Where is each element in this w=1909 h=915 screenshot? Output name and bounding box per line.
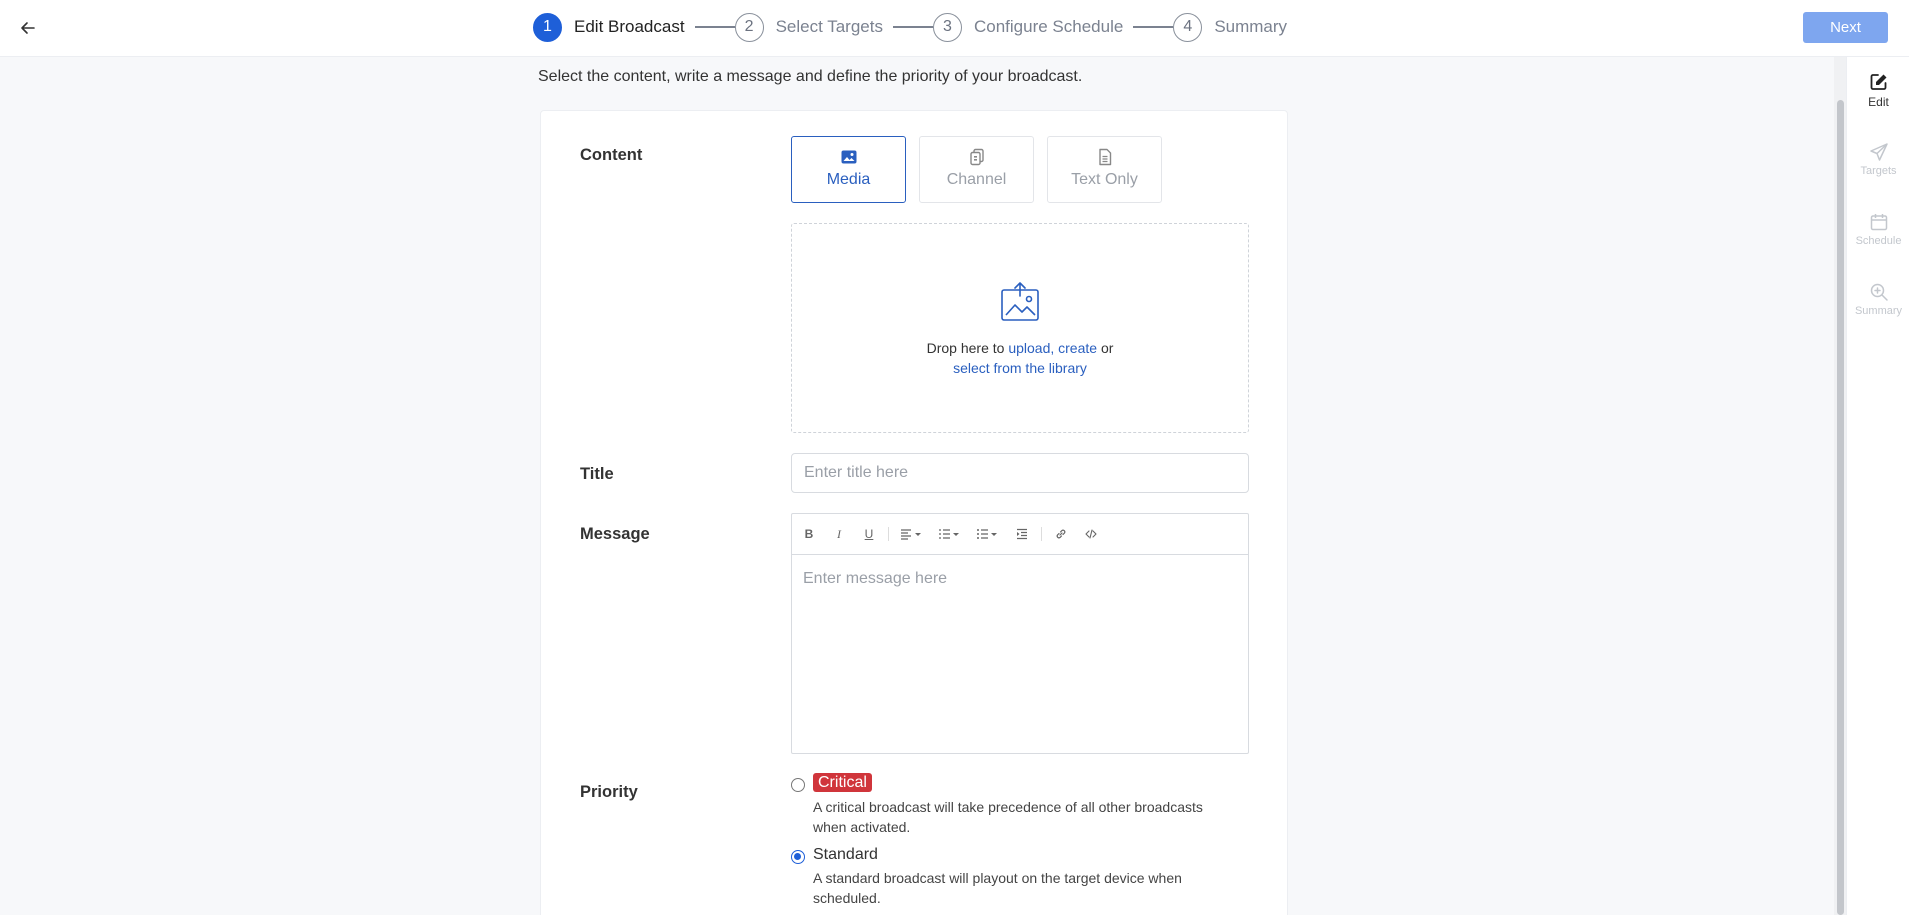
step-label: Select Targets (775, 17, 883, 36)
content-type-label: Channel (946, 171, 1007, 188)
create-link[interactable]: create (1058, 340, 1097, 356)
step-summary[interactable]: 4 Summary (1173, 12, 1288, 42)
sidenav-schedule[interactable]: Schedule (1847, 212, 1909, 247)
sidenav-targets[interactable]: Targets (1847, 142, 1909, 177)
sidenav-label: Schedule (1855, 235, 1902, 247)
message-editor: B I U Enter message here (791, 513, 1249, 754)
image-icon (841, 150, 856, 164)
send-icon (1869, 143, 1888, 161)
zoom-in-icon (1870, 283, 1888, 301)
link-button[interactable] (1050, 522, 1072, 546)
standard-radio[interactable] (791, 850, 805, 864)
content-label: Content (580, 146, 643, 164)
document-icon (1098, 148, 1111, 166)
step-number: 4 (1173, 12, 1203, 42)
critical-radio[interactable] (791, 778, 805, 792)
sidenav-label: Targets (1860, 165, 1897, 177)
broadcast-form-card: Content Media Channel Text Only Drop her… (540, 110, 1288, 915)
step-label: Edit Broadcast (574, 17, 685, 36)
step-number: 1 (533, 12, 562, 42)
top-bar: 1 Edit Broadcast 2 Select Targets 3 Conf… (0, 0, 1909, 57)
scrollbar-thumb[interactable] (1837, 100, 1844, 915)
media-dropzone[interactable]: Drop here to upload, create or select fr… (791, 223, 1249, 433)
ordered-list-dropdown[interactable] (935, 522, 965, 546)
library-link[interactable]: select from the library (953, 360, 1087, 376)
toolbar-separator (1041, 527, 1042, 541)
critical-badge: Critical (813, 773, 872, 792)
step-configure-schedule[interactable]: 3 Configure Schedule (932, 12, 1124, 42)
align-dropdown[interactable] (897, 522, 927, 546)
editor-toolbar: B I U (792, 514, 1248, 555)
step-edit-broadcast[interactable]: 1 Edit Broadcast (533, 12, 685, 42)
link-icon (1056, 529, 1066, 539)
step-label: Summary (1214, 17, 1288, 36)
content-type-channel[interactable]: Channel (919, 136, 1034, 203)
message-label: Message (580, 525, 650, 543)
indent-button[interactable] (1011, 522, 1033, 546)
step-number: 2 (734, 12, 764, 42)
wizard-stepper: 1 Edit Broadcast 2 Select Targets 3 Conf… (533, 12, 1287, 42)
content-type-text-only[interactable]: Text Only (1047, 136, 1162, 203)
title-label: Title (580, 465, 614, 483)
step-connector (1133, 26, 1174, 28)
content-type-label: Text Only (1071, 171, 1138, 188)
underline-button[interactable]: U (858, 522, 880, 546)
standard-description: A standard broadcast will playout on the… (813, 870, 1182, 906)
priority-label: Priority (580, 783, 638, 801)
step-connector (892, 26, 933, 28)
sidenav-label: Edit (1868, 95, 1889, 109)
page-description: Select the content, write a message and … (538, 68, 1083, 85)
italic-button[interactable]: I (828, 522, 850, 546)
critical-description: A critical broadcast will take precedenc… (813, 799, 1203, 835)
ordered-list-icon (939, 529, 959, 539)
edit-icon (1870, 74, 1886, 90)
bullet-list-icon (977, 529, 997, 539)
arrow-left-icon (21, 22, 35, 34)
next-button[interactable]: Next (1803, 12, 1888, 43)
sidenav-label: Summary (1854, 305, 1903, 317)
sidenav-edit[interactable]: Edit (1847, 72, 1909, 109)
code-icon (1085, 529, 1097, 539)
side-navigation: Edit Targets Schedule Summary (1846, 57, 1909, 915)
dropzone-or: or (1100, 340, 1114, 356)
standard-name: Standard (813, 846, 878, 863)
dropzone-prefix: Drop here to (926, 340, 1005, 356)
critical-name: Critical (813, 773, 872, 792)
message-textarea[interactable]: Enter message here (792, 555, 1248, 753)
toolbar-separator (888, 527, 889, 541)
bullet-list-dropdown[interactable] (973, 522, 1003, 546)
upload-image-icon (1001, 282, 1039, 321)
calendar-icon (1870, 214, 1887, 231)
code-button[interactable] (1080, 522, 1102, 546)
content-type-label: Media (826, 171, 871, 188)
indent-icon (1017, 528, 1027, 540)
back-button[interactable] (14, 14, 42, 42)
content-type-media[interactable]: Media (791, 136, 906, 203)
align-left-icon (901, 529, 921, 540)
bold-button[interactable]: B (798, 522, 820, 546)
dropzone-text: Drop here to upload, create or select fr… (792, 338, 1248, 378)
step-label: Configure Schedule (973, 17, 1124, 36)
sidenav-summary[interactable]: Summary (1847, 282, 1909, 317)
title-input[interactable] (791, 453, 1249, 493)
step-number: 3 (932, 12, 962, 42)
step-connector (694, 26, 735, 28)
upload-link[interactable]: upload, (1008, 340, 1054, 356)
step-select-targets[interactable]: 2 Select Targets (734, 12, 883, 42)
channel-icon (969, 148, 984, 166)
